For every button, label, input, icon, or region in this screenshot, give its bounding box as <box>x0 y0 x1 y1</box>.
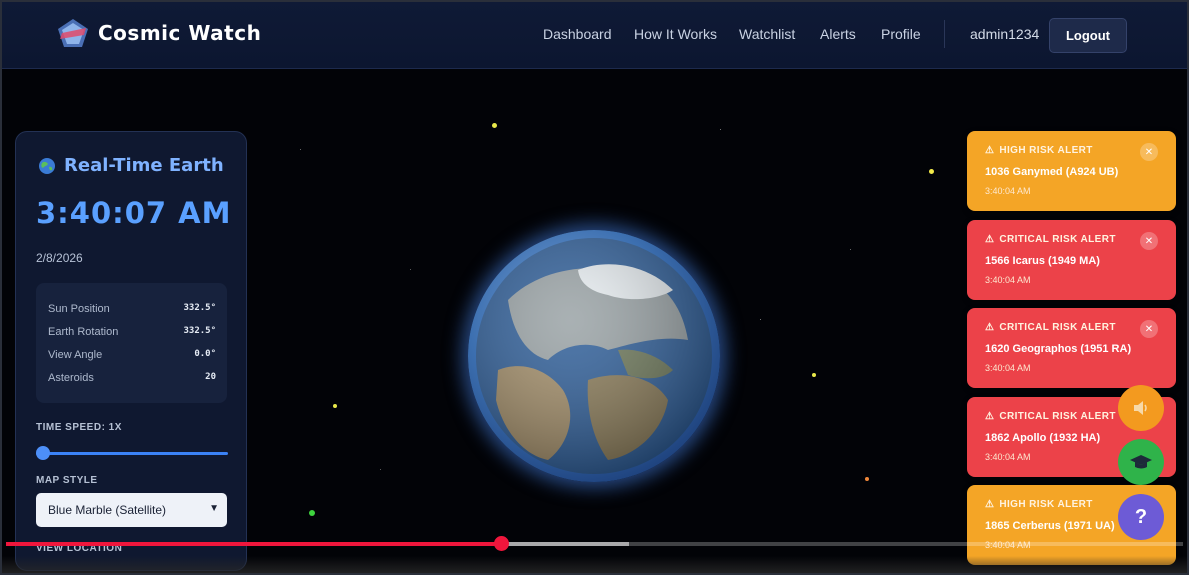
map-style-selected: Blue Marble (Satellite) <box>48 503 167 517</box>
warning-icon: ⚠ <box>985 411 995 422</box>
stat-sun-position: Sun Position 332.5° <box>48 303 216 315</box>
stat-label: View Angle <box>48 349 103 361</box>
warning-icon: ⚠ <box>985 145 995 156</box>
stat-label: Earth Rotation <box>48 326 119 338</box>
nav-dashboard[interactable]: Dashboard <box>543 26 612 42</box>
learn-button[interactable] <box>1118 439 1164 485</box>
sound-toggle-button[interactable] <box>1118 385 1164 431</box>
chevron-down-icon: ▼ <box>209 503 219 514</box>
earth-globe[interactable] <box>468 230 720 482</box>
time-speed-label: TIME SPEED: 1X <box>36 422 122 433</box>
background-star <box>760 319 761 320</box>
alert-card[interactable]: ⚠ CRITICAL RISK ALERT 1620 Geographos (19… <box>967 308 1176 388</box>
stat-value: 20 <box>205 372 216 382</box>
asteroid-marker[interactable] <box>492 123 497 128</box>
asteroid-marker[interactable] <box>929 169 934 174</box>
globe-icon <box>39 158 55 174</box>
stat-view-angle: View Angle 0.0° <box>48 349 216 361</box>
stat-value: 0.0° <box>194 349 216 359</box>
background-star <box>410 269 411 270</box>
logo-icon <box>58 19 88 47</box>
speaker-icon <box>1134 401 1147 415</box>
stat-earth-rotation: Earth Rotation 332.5° <box>48 326 216 338</box>
video-played-bar <box>6 542 501 546</box>
map-style-label: MAP STYLE <box>36 475 98 486</box>
stat-label: Asteroids <box>48 372 94 384</box>
alert-time: 3:40:04 AM <box>985 363 1031 373</box>
panel-title: Real-Time Earth <box>64 155 224 176</box>
nav-how-it-works[interactable]: How It Works <box>634 26 717 42</box>
alert-asteroid-name: 1036 Ganymed (A924 UB) <box>985 166 1119 178</box>
close-icon[interactable]: ✕ <box>1140 143 1158 161</box>
close-icon[interactable]: ✕ <box>1140 320 1158 338</box>
alert-card[interactable]: ⚠ CRITICAL RISK ALERT 1566 Icarus (1949 M… <box>967 220 1176 300</box>
alert-time: 3:40:04 AM <box>985 275 1031 285</box>
asteroid-marker[interactable] <box>309 510 315 516</box>
username-label: admin1234 <box>970 26 1040 42</box>
brand-title[interactable]: Cosmic Watch <box>98 21 261 45</box>
alert-time: 3:40:04 AM <box>985 452 1031 462</box>
asteroid-marker[interactable] <box>812 373 816 377</box>
asteroid-marker[interactable] <box>333 404 337 408</box>
alert-asteroid-name: 1566 Icarus (1949 MA) <box>985 255 1100 267</box>
background-star <box>850 249 851 250</box>
help-button[interactable]: ? <box>1118 494 1164 540</box>
alert-time: 3:40:04 AM <box>985 186 1031 196</box>
warning-icon: ⚠ <box>985 322 995 333</box>
stat-asteroids: Asteroids 20 <box>48 372 216 384</box>
top-navbar: Cosmic Watch Dashboard How It Works Watc… <box>0 0 1189 69</box>
alert-asteroid-name: 1862 Apollo (1932 HA) <box>985 432 1101 444</box>
video-scrubber-handle[interactable] <box>494 536 509 551</box>
alert-type: ⚠ CRITICAL RISK ALERT <box>985 322 1116 333</box>
date-display: 2/8/2026 <box>36 251 83 265</box>
logout-button[interactable]: Logout <box>1049 18 1127 53</box>
time-speed-slider-thumb[interactable] <box>36 446 50 460</box>
earth-surface <box>476 238 712 474</box>
background-star <box>380 469 381 470</box>
nav-divider <box>944 20 945 48</box>
alert-card[interactable]: ⚠ HIGH RISK ALERT 1036 Ganymed (A924 UB) … <box>967 131 1176 211</box>
nav-alerts[interactable]: Alerts <box>820 26 856 42</box>
background-star <box>720 129 721 130</box>
background-star <box>300 149 301 150</box>
close-icon[interactable]: ✕ <box>1140 232 1158 250</box>
nav-watchlist[interactable]: Watchlist <box>739 26 795 42</box>
stat-label: Sun Position <box>48 303 110 315</box>
clock-display: 3:40:07 AM <box>36 196 232 230</box>
real-time-earth-panel: Real-Time Earth 3:40:07 AM 2/8/2026 Sun … <box>15 131 247 571</box>
alert-type: ⚠ CRITICAL RISK ALERT <box>985 234 1116 245</box>
alert-type: ⚠ CRITICAL RISK ALERT <box>985 411 1116 422</box>
alert-asteroid-name: 1865 Cerberus (1971 UA) <box>985 520 1115 532</box>
stat-value: 332.5° <box>183 303 216 313</box>
stat-value: 332.5° <box>183 326 216 336</box>
video-controls <box>0 556 1189 575</box>
nav-profile[interactable]: Profile <box>881 26 921 42</box>
alert-type: ⚠ HIGH RISK ALERT <box>985 145 1093 156</box>
stats-box: Sun Position 332.5° Earth Rotation 332.5… <box>36 283 227 403</box>
map-style-select[interactable]: Blue Marble (Satellite) ▼ <box>36 493 227 527</box>
warning-icon: ⚠ <box>985 499 995 510</box>
alert-asteroid-name: 1620 Geographos (1951 RA) <box>985 343 1132 355</box>
asteroid-marker[interactable] <box>865 477 869 481</box>
warning-icon: ⚠ <box>985 234 995 245</box>
alert-type: ⚠ HIGH RISK ALERT <box>985 499 1093 510</box>
graduation-cap-icon <box>1130 455 1152 469</box>
time-speed-slider[interactable] <box>36 452 228 455</box>
